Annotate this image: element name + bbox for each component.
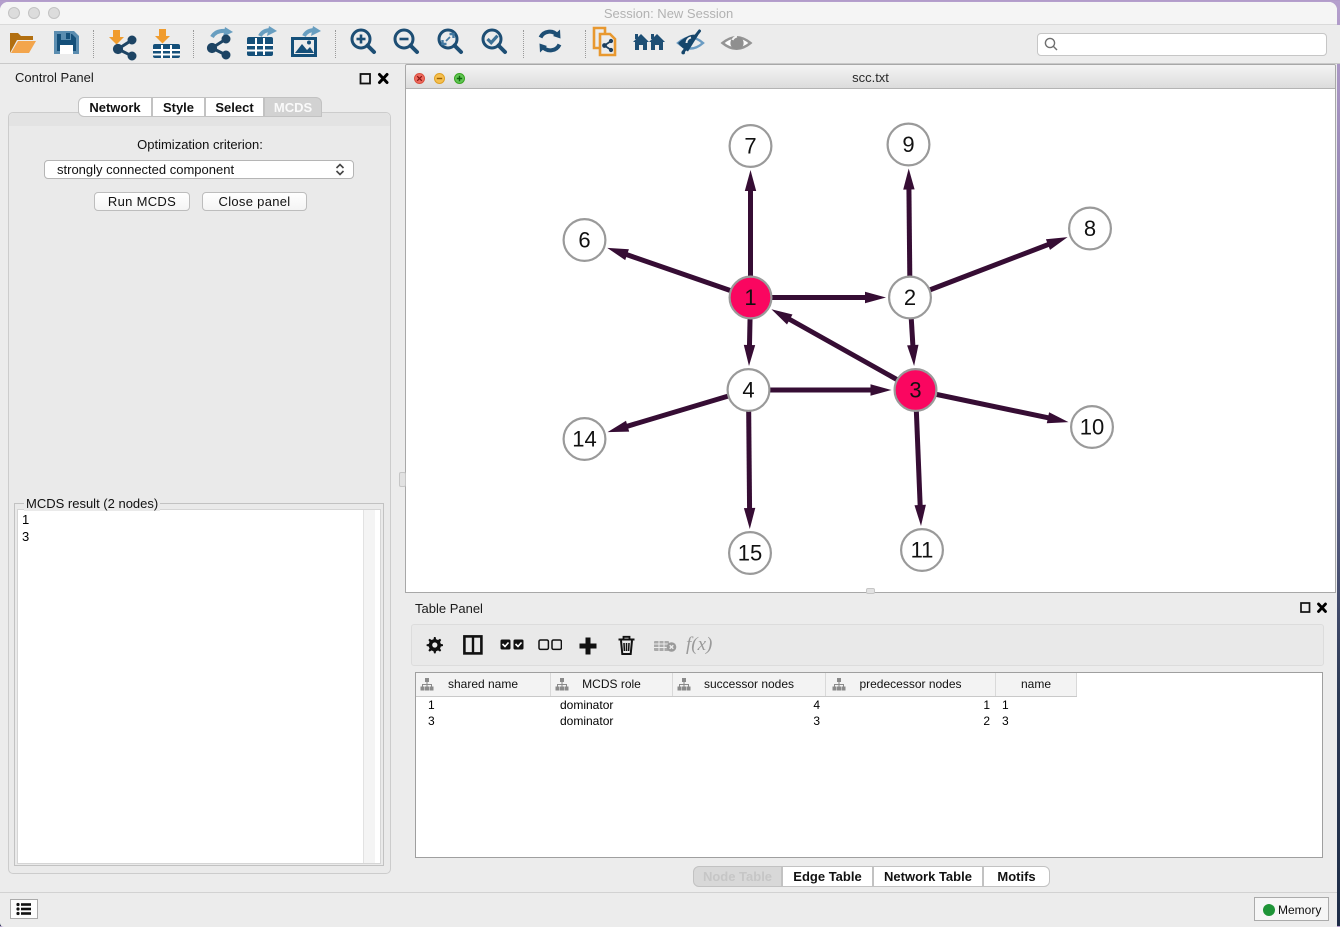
svg-text:8: 8 (1084, 216, 1096, 241)
svg-text:15: 15 (738, 541, 762, 566)
svg-text:2: 2 (904, 285, 916, 310)
svg-text:11: 11 (911, 538, 934, 563)
svg-text:1: 1 (744, 285, 756, 310)
svg-text:14: 14 (572, 427, 596, 452)
svg-text:9: 9 (902, 132, 914, 157)
svg-text:7: 7 (744, 134, 756, 159)
svg-text:6: 6 (578, 228, 590, 253)
svg-text:4: 4 (742, 378, 754, 403)
svg-text:10: 10 (1080, 415, 1104, 440)
svg-text:3: 3 (909, 378, 921, 403)
